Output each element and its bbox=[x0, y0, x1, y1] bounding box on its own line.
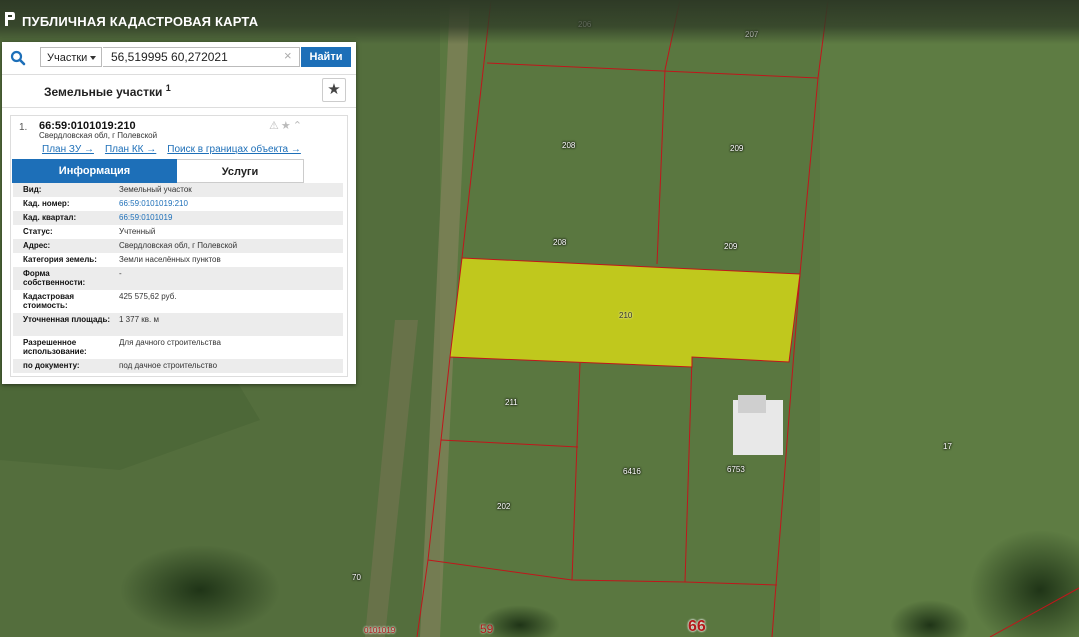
card-links: План ЗУ → План КК → Поиск в границах объек… bbox=[42, 144, 312, 155]
info-value[interactable]: 66:59:0101019 bbox=[119, 213, 172, 222]
info-value: под дачное строительство bbox=[119, 361, 218, 370]
info-value[interactable]: 66:59:0101019:210 bbox=[119, 199, 188, 208]
parcel-label: 209 bbox=[724, 242, 738, 251]
info-key: Уточненная площадь: bbox=[23, 315, 111, 324]
warning-icon[interactable]: ⚠ bbox=[269, 120, 279, 132]
info-table: Вид: Земельный участок Кад. номер: 66:59:01… bbox=[13, 183, 343, 373]
info-key: Кадастровая стоимость: bbox=[23, 292, 75, 310]
collapse-icon[interactable]: ⌃ bbox=[293, 120, 302, 132]
search-in-bounds-link[interactable]: Поиск в границах объекта → bbox=[167, 144, 301, 155]
plan-zu-link[interactable]: План ЗУ → bbox=[42, 144, 94, 155]
info-row: Кад. квартал: 66:59:0101019 bbox=[13, 211, 343, 225]
result-card: 1. 66:59:0101019:210 Свердловская обл, г… bbox=[10, 115, 348, 377]
info-value: Для дачного строительства bbox=[119, 338, 221, 347]
tab-info[interactable]: Информация bbox=[12, 159, 177, 183]
parcel-label: 6753 bbox=[727, 465, 745, 474]
plan-kk-link[interactable]: План КК → bbox=[105, 144, 156, 155]
info-value: Учтенный bbox=[119, 227, 156, 236]
top-bar: ПУБЛИЧНАЯ КАДАСТРОВАЯ КАРТА bbox=[0, 0, 1079, 44]
search-icon[interactable] bbox=[10, 50, 26, 66]
district-label: 59 bbox=[480, 622, 494, 636]
clear-icon[interactable]: × bbox=[284, 49, 292, 63]
info-value: 1 377 кв. м bbox=[119, 315, 159, 324]
info-row: Уточненная площадь: 1 377 кв. м bbox=[13, 313, 343, 336]
info-value: - bbox=[119, 269, 122, 278]
parcel-label: 202 bbox=[497, 502, 511, 511]
parcel-label: 70 bbox=[352, 573, 361, 582]
star-icon: ★ bbox=[327, 81, 341, 98]
info-key: Вид: bbox=[23, 185, 42, 194]
info-row: Кад. номер: 66:59:0101019:210 bbox=[13, 197, 343, 211]
app-title: ПУБЛИЧНАЯ КАДАСТРОВАЯ КАРТА bbox=[22, 14, 259, 29]
search-row: Участки × Найти bbox=[2, 42, 356, 74]
info-key: Кад. номер: bbox=[23, 199, 70, 208]
result-address: Свердловская обл, г Полевской bbox=[39, 131, 158, 140]
results-title-text: Земельные участки bbox=[44, 85, 163, 99]
chevron-down-icon bbox=[90, 56, 96, 60]
info-key: Разрешенное использование: bbox=[23, 338, 87, 356]
info-key: Кад. квартал: bbox=[23, 213, 77, 222]
parcel-label: 211 bbox=[505, 398, 518, 407]
info-row: Вид: Земельный участок bbox=[13, 183, 343, 197]
info-key: Адрес: bbox=[23, 241, 51, 250]
parcel-label: 208 bbox=[553, 238, 567, 247]
info-row: Адрес: Свердловская обл, г Полевской bbox=[13, 239, 343, 253]
info-key: по документу: bbox=[23, 361, 80, 370]
card-tabs: Информация Услуги bbox=[12, 159, 345, 183]
search-panel: Участки × Найти Земельные участки 1 ★ 1.… bbox=[2, 42, 356, 384]
info-row: Форма собственности: - bbox=[13, 267, 343, 290]
find-button[interactable]: Найти bbox=[301, 47, 351, 67]
info-value: Земли населённых пунктов bbox=[119, 255, 221, 264]
info-row: Статус: Учтенный bbox=[13, 225, 343, 239]
info-key: Категория земель: bbox=[23, 255, 97, 264]
parcel-label: 209 bbox=[730, 144, 744, 153]
info-row: Разрешенное использование: Для дачного ст… bbox=[13, 336, 343, 359]
logo-icon bbox=[5, 12, 15, 26]
parcel-label: 17 bbox=[943, 442, 952, 451]
results-count: 1 bbox=[165, 83, 171, 93]
info-row: Категория земель: Земли населённых пункто… bbox=[13, 253, 343, 267]
search-type-label: Участки bbox=[47, 52, 88, 64]
info-key: Форма собственности: bbox=[23, 269, 86, 287]
favorites-button[interactable]: ★ bbox=[322, 78, 346, 102]
parcel-label: 6416 bbox=[623, 467, 641, 476]
search-input[interactable] bbox=[103, 47, 300, 67]
results-title: Земельные участки 1 bbox=[44, 83, 171, 99]
info-row: по документу: под дачное строительство bbox=[13, 359, 343, 373]
parcel-label: 208 bbox=[562, 141, 576, 150]
results-header: Земельные участки 1 ★ bbox=[2, 74, 356, 108]
info-value: 425 575,62 руб. bbox=[119, 292, 177, 301]
district-label: 66 bbox=[688, 618, 706, 635]
tab-services[interactable]: Услуги bbox=[177, 159, 304, 183]
info-value: Земельный участок bbox=[119, 185, 192, 194]
search-type-select[interactable]: Участки bbox=[40, 47, 102, 67]
parcel-label: 210 bbox=[619, 311, 633, 320]
info-value: Свердловская обл, г Полевской bbox=[119, 241, 238, 250]
star-icon[interactable]: ★ bbox=[281, 120, 291, 132]
parcel-label: 0101019 bbox=[364, 626, 396, 635]
info-row: Кадастровая стоимость: 425 575,62 руб. bbox=[13, 290, 343, 313]
info-key: Статус: bbox=[23, 227, 53, 236]
result-index: 1. bbox=[19, 122, 28, 133]
card-actions: ⚠ ★ ⌃ bbox=[269, 119, 304, 132]
